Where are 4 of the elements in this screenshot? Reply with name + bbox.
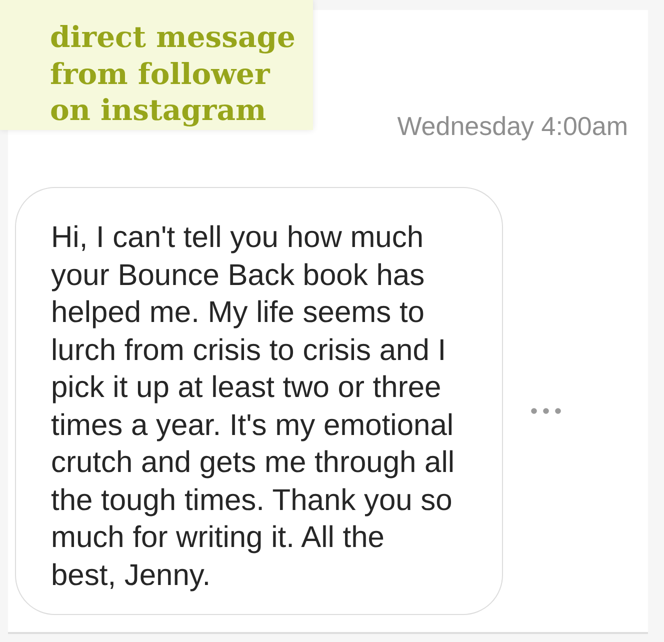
more-options-icon[interactable] bbox=[531, 408, 561, 414]
message-text: Hi, I can't tell you how much your Bounce Back book has helped me. My life seems to lurch from crisis to crisis and I pick it up at least two or three times a year. It's my emotional crutch and gets me through all the tough times. Thank you so much for writing it. All the best, Jenny. bbox=[51, 220, 456, 594]
message-timestamp: Wednesday 4:00am bbox=[397, 110, 628, 142]
annotation-text: direct message from follower on instagram bbox=[50, 19, 296, 128]
